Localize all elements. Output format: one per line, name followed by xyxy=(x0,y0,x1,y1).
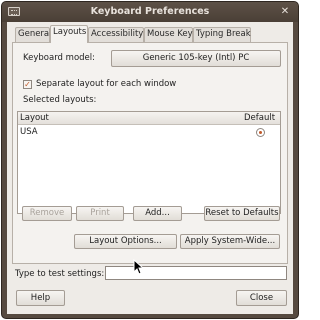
keyboard-preferences-window: Keyboard Preferences ✕ General Layouts A… xyxy=(1,1,299,319)
print-button[interactable]: Print xyxy=(76,206,124,221)
keyboard-model-label: Keyboard model: xyxy=(23,53,95,63)
keyboard-model-button[interactable]: Generic 105-key (Intl) PC xyxy=(111,50,281,67)
default-radio[interactable] xyxy=(256,128,265,137)
tab-accessibility[interactable]: Accessibility xyxy=(88,27,144,42)
layouts-list[interactable]: Layout Default USA xyxy=(17,111,281,214)
test-settings-label: Type to test settings: xyxy=(15,269,105,279)
close-window-icon[interactable]: ✕ xyxy=(278,5,292,19)
table-row[interactable]: USA xyxy=(18,126,280,139)
window-title: Keyboard Preferences xyxy=(90,6,210,17)
help-button[interactable]: Help xyxy=(16,290,65,306)
reset-to-defaults-button[interactable]: Reset to Defaults xyxy=(204,206,280,221)
separate-layout-checkbox[interactable]: ✓ xyxy=(23,80,32,89)
title-bar[interactable]: Keyboard Preferences ✕ xyxy=(2,2,298,22)
mouse-pointer-icon xyxy=(133,259,143,275)
tab-general[interactable]: General xyxy=(15,27,52,42)
list-header: Layout Default xyxy=(18,112,280,125)
tab-layouts[interactable]: Layouts xyxy=(50,25,88,43)
tab-typing-break[interactable]: Typing Break xyxy=(193,27,251,42)
separate-layout-label: Separate layout for each window xyxy=(36,79,177,89)
column-layout-header[interactable]: Layout xyxy=(20,113,49,123)
selected-layouts-label: Selected layouts: xyxy=(23,95,97,105)
layout-name-cell: USA xyxy=(20,127,38,137)
column-default-header[interactable]: Default xyxy=(244,113,275,123)
remove-button[interactable]: Remove xyxy=(22,206,72,221)
close-button[interactable]: Close xyxy=(236,290,287,306)
layout-options-button[interactable]: Layout Options... xyxy=(74,234,177,249)
dialog-content: General Layouts Accessibility Mouse Keys… xyxy=(7,22,293,314)
apply-system-wide-button[interactable]: Apply System-Wide... xyxy=(180,234,280,249)
tab-mouse-keys[interactable]: Mouse Keys xyxy=(144,27,197,42)
add-button[interactable]: Add... xyxy=(133,206,182,221)
